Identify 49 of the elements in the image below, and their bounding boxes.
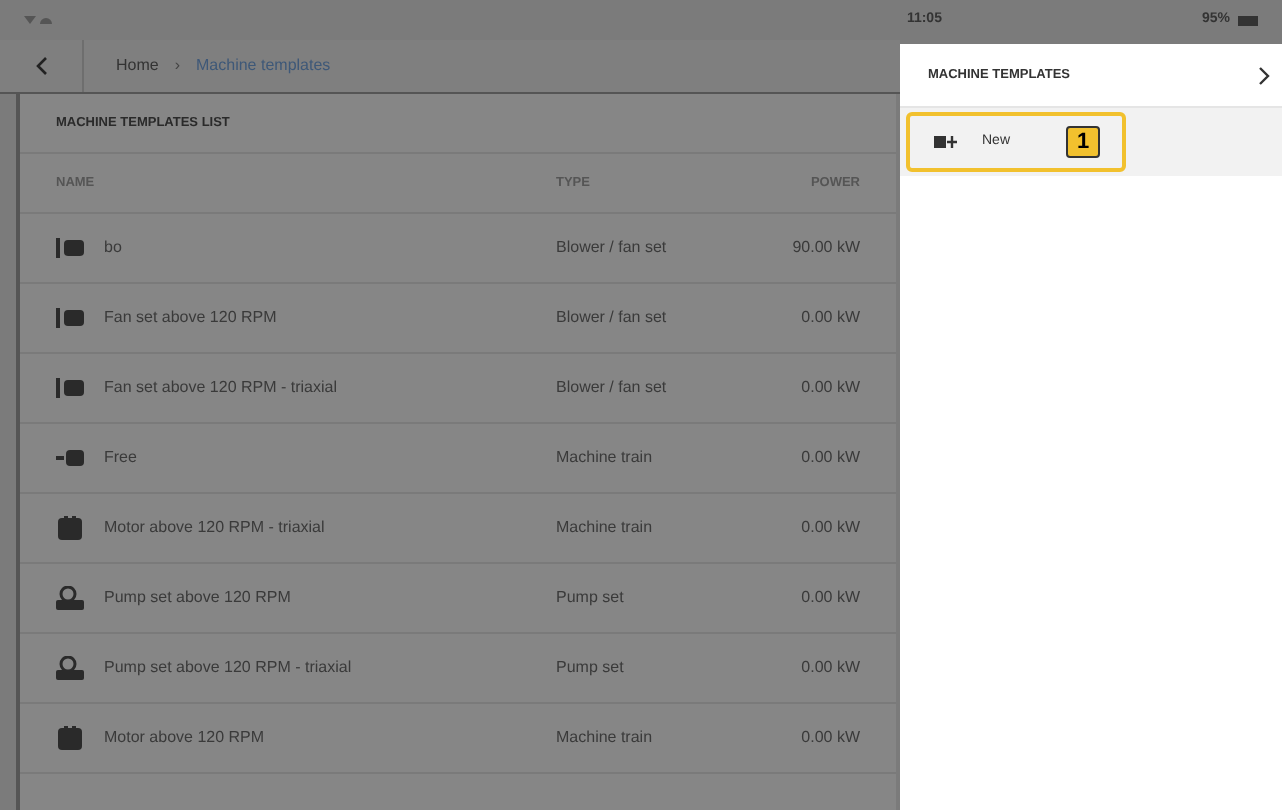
template-type: Machine train (556, 726, 655, 750)
template-type: Blower / fan set (556, 306, 669, 330)
template-power: 0.00 kW (801, 586, 860, 610)
breadcrumb-separator: › (174, 54, 181, 78)
template-type: Pump set (556, 656, 626, 680)
template-power: 0.00 kW (801, 656, 860, 680)
motor-icon (58, 516, 82, 540)
template-name: Motor above 120 RPM - triaxial (104, 516, 325, 540)
template-row[interactable]: Free Machine train 0.00 kW (20, 424, 896, 494)
template-power: 0.00 kW (801, 516, 860, 540)
template-row[interactable]: Motor above 120 RPM - triaxial Machine train 0.00 kW (20, 494, 896, 564)
back-icon (35, 56, 47, 76)
template-power: 0.00 kW (801, 726, 860, 750)
wifi-icon (24, 14, 52, 26)
template-row[interactable]: Fan set above 120 RPM - triaxial Blower / fan set 0.00 kW (20, 354, 896, 424)
template-type: Machine train (556, 446, 655, 470)
chevron-right-icon[interactable] (1258, 65, 1270, 85)
template-name: Motor above 120 RPM (104, 726, 265, 750)
template-type: Machine train (556, 516, 655, 540)
template-row[interactable]: bo Blower / fan set 90.00 kW (20, 214, 896, 284)
pump-icon (56, 586, 84, 610)
pump-icon (56, 656, 84, 680)
callout-number: 1 (1066, 126, 1100, 158)
template-name: Fan set above 120 RPM - triaxial (104, 376, 337, 400)
fan-motor-icon (56, 306, 84, 330)
template-power: 0.00 kW (801, 446, 860, 470)
motor-icon (56, 448, 84, 468)
breadcrumb-link[interactable]: Home (116, 54, 159, 78)
motor-icon (58, 726, 82, 750)
template-power: 90.00 kW (792, 236, 860, 260)
template-power: 0.00 kW (801, 376, 860, 400)
template-name: Fan set above 120 RPM (104, 306, 277, 330)
template-power: 0.00 kW (801, 306, 860, 330)
fan-motor-icon (56, 376, 84, 400)
add-motor-icon (934, 136, 958, 148)
battery-icon (1238, 15, 1258, 25)
template-type: Blower / fan set (556, 236, 669, 260)
template-type: Pump set (556, 586, 626, 610)
template-name: Pump set above 120 RPM - triaxial (104, 656, 352, 680)
template-name: Pump set above 120 RPM (104, 586, 291, 610)
template-name: Free (104, 446, 137, 470)
template-row[interactable]: Pump set above 120 RPM - triaxial Pump set 0.00 kW (20, 634, 896, 704)
template-name: bo (104, 236, 122, 260)
template-row[interactable]: Fan set above 120 RPM Blower / fan set 0.00 kW (20, 284, 896, 354)
template-row[interactable]: Motor above 120 RPM Machine train 0.00 kW (20, 704, 896, 774)
template-type: Blower / fan set (556, 376, 669, 400)
breadcrumb-link[interactable]: Machine templates (196, 54, 331, 78)
fan-motor-icon (56, 236, 84, 260)
template-row[interactable]: Pump set above 120 RPM Pump set 0.00 kW (20, 564, 896, 634)
